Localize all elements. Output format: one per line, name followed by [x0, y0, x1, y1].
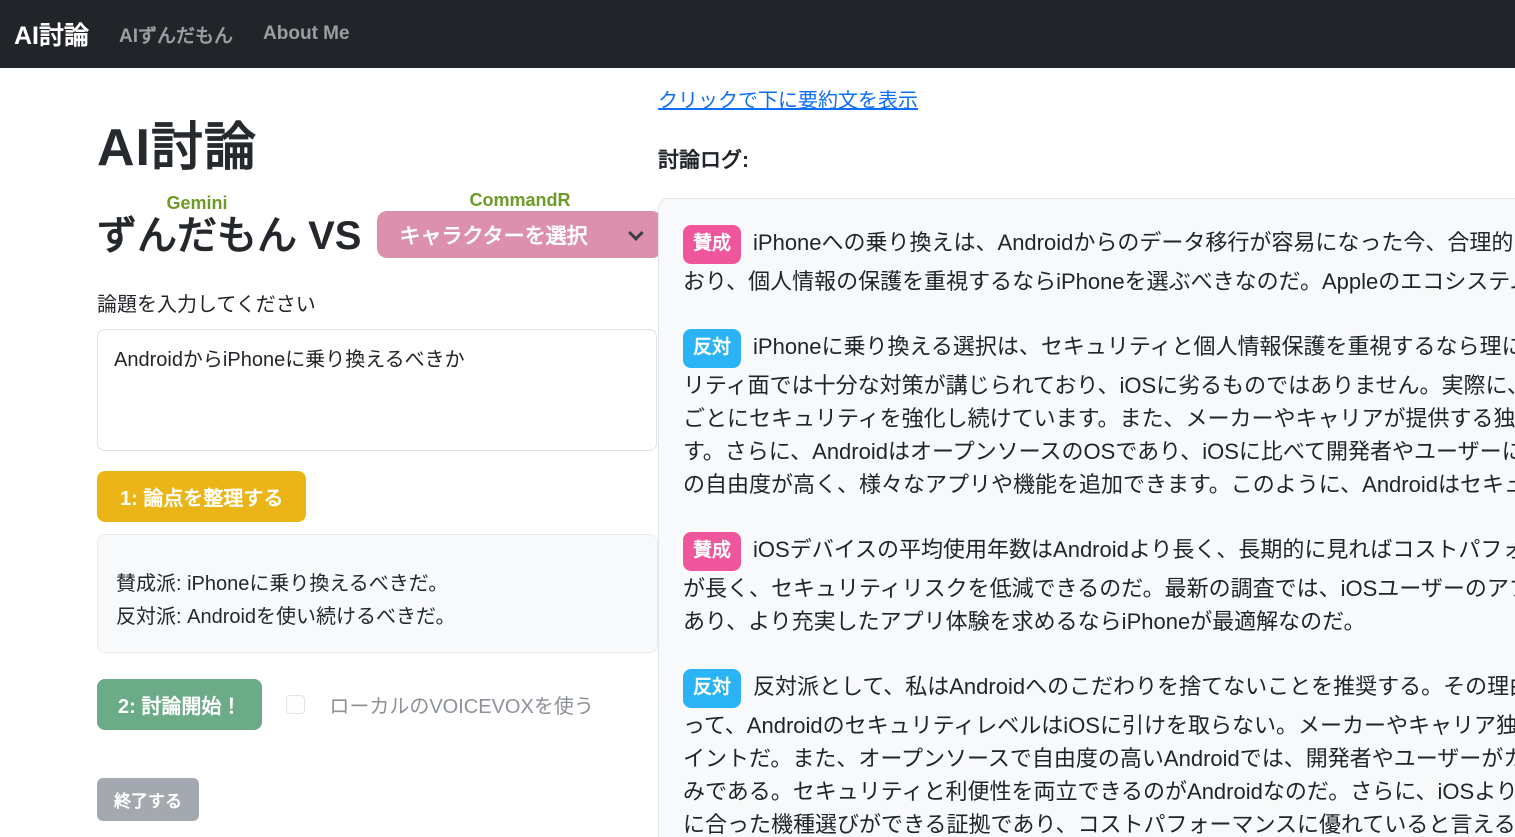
- navbar-link-about[interactable]: About Me: [263, 23, 350, 45]
- log-message-line: あり、より充実したアプリ体験を求めるならiPhoneが最適解なのだ。: [683, 605, 1515, 638]
- log-message-line: 反対 iPhoneに乗り換える選択は、セキュリティと個人情報保護を重視するなら理に…: [683, 330, 1515, 369]
- pro-side-badge: 賛成: [683, 532, 741, 571]
- chevron-down-icon: [629, 225, 645, 241]
- log-message-line: イントだ。また、オープンソースで自由度の高いAndroidでは、開発者やユーザー…: [683, 742, 1515, 775]
- log-message-text: の自由度が高く、様々なアプリや機能を追加できます。このように、Androidはセ…: [683, 472, 1515, 497]
- log-message-text: みである。セキュリティと利便性を両立できるのがAndroidなのだ。さらに、iO…: [683, 779, 1515, 804]
- log-message-text: って、AndroidのセキュリティレベルはiOSに引けを取らない。メーカーやキャ…: [683, 713, 1515, 738]
- con-point-text: 反対派: Androidを使い続けるべきだ。: [116, 601, 639, 634]
- voicevox-checkbox-label: ローカルのVOICEVOXを使う: [329, 690, 593, 719]
- debate-points-box: 賛成派: iPhoneに乗り換えるべきだ。 反対派: Androidを使い続ける…: [97, 534, 658, 653]
- log-message-text: に合った機種選びができる証拠であり、コストパフォーマンスに優れていると言えるだ: [683, 812, 1515, 837]
- topic-input-label: 論題を入力してください: [97, 288, 657, 317]
- con-side-badge: 反対: [683, 669, 741, 708]
- start-debate-button[interactable]: 2: 討論開始！: [97, 679, 262, 730]
- log-message-text: 反対派として、私はAndroidへのこだわりを捨てないことを推奨する。その理由: [753, 674, 1515, 699]
- log-message-text: す。さらに、AndroidはオープンソースのOSであり、iOSに比べて開発者やユ…: [683, 439, 1515, 464]
- log-message: 反対 iPhoneに乗り換える選択は、セキュリティと個人情報保護を重視するなら理に…: [683, 330, 1515, 501]
- pro-side-badge: 賛成: [683, 225, 741, 264]
- log-message-text: あり、より充実したアプリ体験を求めるならiPhoneが最適解なのだ。: [683, 609, 1366, 634]
- log-message-line: に合った機種選びができる証拠であり、コストパフォーマンスに優れていると言えるだ: [683, 808, 1515, 837]
- left-character: Gemini ずんだもん VS: [97, 193, 361, 258]
- right-model-label: CommandR: [377, 190, 662, 211]
- log-message-line: リティ面では十分な対策が講じられており、iOSに劣るものではありません。実際に、: [683, 369, 1515, 402]
- log-message-text: iPhoneへの乗り換えは、Androidからのデータ移行が容易になった今、合理…: [753, 230, 1515, 255]
- main-content: AI討論 Gemini ずんだもん VS CommandR キャラクターを選択 …: [0, 68, 1515, 837]
- log-message-line: みである。セキュリティと利便性を両立できるのがAndroidなのだ。さらに、iO…: [683, 775, 1515, 808]
- log-message-text: リティ面では十分な対策が講じられており、iOSに劣るものではありません。実際に、: [683, 373, 1515, 398]
- control-panel: AI討論 Gemini ずんだもん VS CommandR キャラクターを選択 …: [0, 68, 658, 837]
- navbar-brand[interactable]: AI討論: [14, 16, 89, 52]
- log-message-text: イントだ。また、オープンソースで自由度の高いAndroidでは、開発者やユーザー…: [683, 746, 1515, 771]
- debate-log-panel: クリックで下に要約文を表示 討論ログ: 賛成 iPhoneへの乗り換えは、Andr…: [658, 68, 1515, 837]
- log-message: 反対反対派として、私はAndroidへのこだわりを捨てないことを推奨する。その理…: [683, 670, 1515, 837]
- log-message-text: iPhoneに乗り換える選択は、セキュリティと個人情報保護を重視するなら理にか: [753, 334, 1515, 359]
- log-message-line: 反対反対派として、私はAndroidへのこだわりを捨てないことを推奨する。その理…: [683, 670, 1515, 709]
- versus-row: Gemini ずんだもん VS CommandR キャラクターを選択: [97, 190, 657, 258]
- page-title: AI討論: [97, 105, 657, 180]
- log-message-line: って、AndroidのセキュリティレベルはiOSに引けを取らない。メーカーやキャ…: [683, 709, 1515, 742]
- debate-log-label: 討論ログ:: [658, 144, 1515, 174]
- navbar-link-zundamon[interactable]: AIずんだもん: [119, 21, 233, 48]
- left-character-name: ずんだもん VS: [97, 214, 361, 258]
- character-select-dropdown[interactable]: キャラクターを選択: [377, 211, 662, 258]
- log-message-line: が長く、セキュリティリスクを低減できるのだ。最新の調査では、iOSユーザーのアプ: [683, 572, 1515, 605]
- con-side-badge: 反対: [683, 329, 741, 368]
- left-model-label: Gemini: [97, 193, 297, 214]
- organize-points-button[interactable]: 1: 論点を整理する: [97, 471, 306, 522]
- log-message-line: の自由度が高く、様々なアプリや機能を追加できます。このように、Androidはセ…: [683, 468, 1515, 501]
- pro-point-text: 賛成派: iPhoneに乗り換えるべきだ。: [116, 568, 639, 601]
- log-message-text: が長く、セキュリティリスクを低減できるのだ。最新の調査では、iOSユーザーのアプ: [683, 576, 1515, 601]
- log-message: 賛成 iPhoneへの乗り換えは、Androidからのデータ移行が容易になった今、…: [683, 226, 1515, 298]
- log-message-line: ごとにセキュリティを強化し続けています。また、メーカーやキャリアが提供する独自: [683, 402, 1515, 435]
- right-character: CommandR キャラクターを選択: [377, 190, 662, 258]
- log-message-text: iOSデバイスの平均使用年数はAndroidより長く、長期的に見ればコストパフォ…: [753, 537, 1515, 562]
- log-message-line: おり、個人情報の保護を重視するならiPhoneを選ぶべきなのだ。Appleのエコ…: [683, 265, 1515, 298]
- log-message-line: 賛成 iOSデバイスの平均使用年数はAndroidより長く、長期的に見ればコストパ…: [683, 533, 1515, 572]
- topic-input[interactable]: [97, 329, 657, 451]
- summary-toggle-link-right[interactable]: クリックで下に要約文を表示: [658, 84, 918, 113]
- start-debate-row: 2: 討論開始！ ローカルのVOICEVOXを使う: [97, 679, 657, 730]
- voicevox-checkbox[interactable]: [286, 695, 305, 714]
- log-message: 賛成 iOSデバイスの平均使用年数はAndroidより長く、長期的に見ればコストパ…: [683, 533, 1515, 638]
- log-message-text: ごとにセキュリティを強化し続けています。また、メーカーやキャリアが提供する独自: [683, 406, 1515, 431]
- log-message-line: す。さらに、AndroidはオープンソースのOSであり、iOSに比べて開発者やユ…: [683, 435, 1515, 468]
- character-select-label: キャラクターを選択: [399, 220, 587, 250]
- log-message-line: 賛成 iPhoneへの乗り換えは、Androidからのデータ移行が容易になった今、…: [683, 226, 1515, 265]
- log-message-text: おり、個人情報の保護を重視するならiPhoneを選ぶべきなのだ。Appleのエコ…: [683, 269, 1515, 294]
- end-button[interactable]: 終了する: [97, 778, 199, 821]
- navbar: AI討論 AIずんだもん About Me: [0, 0, 1515, 68]
- debate-log-messages[interactable]: 賛成 iPhoneへの乗り換えは、Androidからのデータ移行が容易になった今、…: [658, 198, 1515, 837]
